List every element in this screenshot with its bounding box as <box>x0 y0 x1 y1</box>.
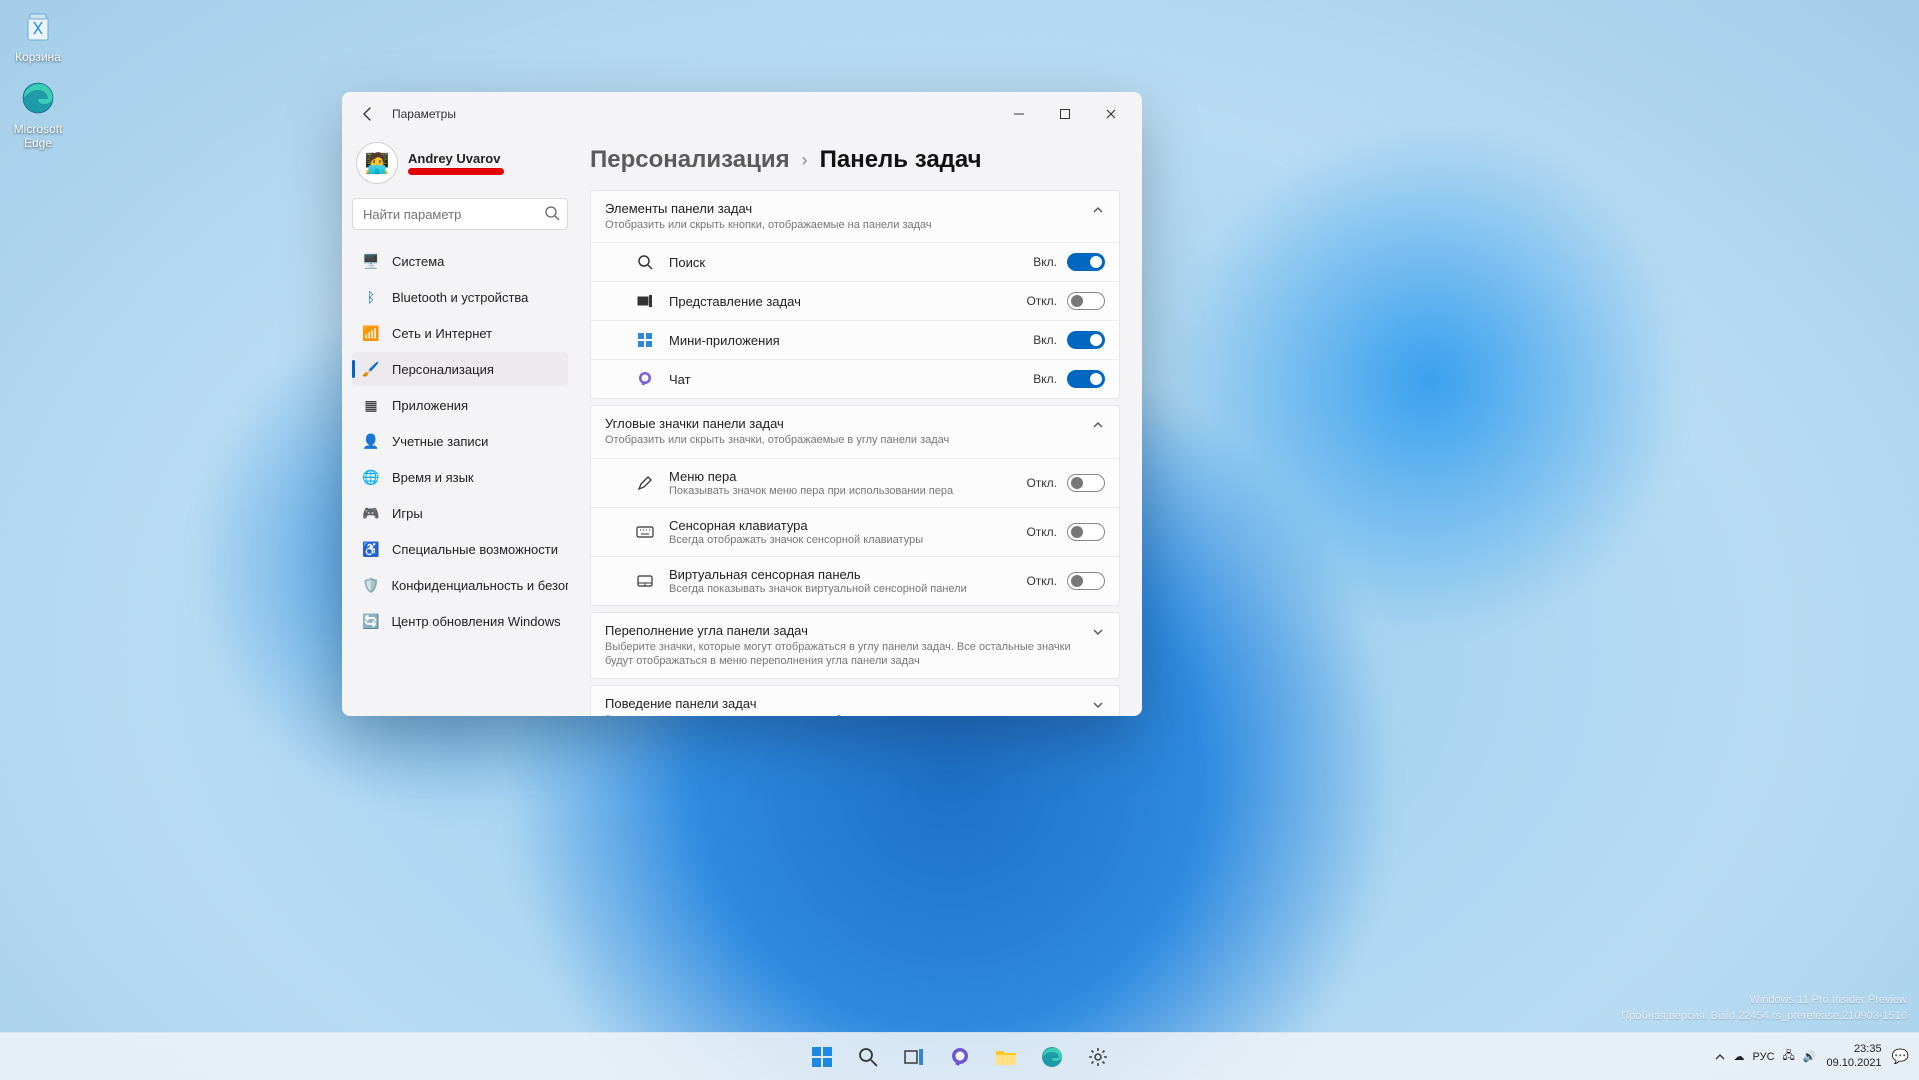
avatar: 🧑‍💻 <box>356 142 398 184</box>
search-icon <box>544 205 560 221</box>
nav-gaming[interactable]: 🎮Игры <box>352 496 568 530</box>
nav-system[interactable]: 🖥️Система <box>352 244 568 278</box>
pen-icon <box>635 475 655 491</box>
row-touchpad: Виртуальная сенсорная панельВсегда показ… <box>591 556 1119 605</box>
taskbar-edge-button[interactable] <box>1032 1037 1072 1077</box>
taskbar: ☁ РУС 🖧 🔊 23:35 09.10.2021 💬 <box>0 1032 1919 1080</box>
taskbar-taskview-button[interactable] <box>894 1037 934 1077</box>
settings-window: Параметры 🧑‍💻 Andrey Uvarov 🖥️Система <box>342 92 1142 716</box>
chevron-right-icon: › <box>802 150 808 171</box>
nav-time[interactable]: 🌐Время и язык <box>352 460 568 494</box>
desktop-icon-label: Microsoft Edge <box>0 122 76 150</box>
desktop-icon-label: Корзина <box>0 50 76 64</box>
breadcrumb-parent[interactable]: Персонализация <box>590 146 790 174</box>
person-icon: 👤 <box>362 432 380 450</box>
user-name: Andrey Uvarov <box>408 151 504 166</box>
row-touch-keyboard: Сенсорная клавиатураВсегда отображать зн… <box>591 507 1119 556</box>
section-behavior[interactable]: Поведение панели задач Выравнивание пане… <box>590 685 1120 716</box>
row-widgets: Мини-приложения Вкл. <box>591 320 1119 359</box>
system-icon: 🖥️ <box>362 252 380 270</box>
section-header[interactable]: Элементы панели задач Отобразить или скр… <box>591 191 1119 242</box>
nav-accounts[interactable]: 👤Учетные записи <box>352 424 568 458</box>
row-search: Поиск Вкл. <box>591 242 1119 281</box>
breadcrumb: Персонализация › Панель задач <box>590 136 1120 190</box>
edge-icon <box>18 78 58 118</box>
search-box[interactable] <box>352 198 568 230</box>
nav-personalization[interactable]: 🖌️Персонализация <box>352 352 568 386</box>
nav-apps[interactable]: ▦Приложения <box>352 388 568 422</box>
section-header[interactable]: Угловые значки панели задач Отобразить и… <box>591 406 1119 457</box>
nav-privacy[interactable]: 🛡️Конфиденциальность и безопасность <box>352 568 568 602</box>
start-button[interactable] <box>802 1037 842 1077</box>
recycle-bin-icon <box>18 6 58 46</box>
globe-icon: 🌐 <box>362 468 380 486</box>
toggle-widgets[interactable] <box>1067 331 1105 349</box>
chevron-down-icon <box>1091 698 1105 712</box>
toggle-chat[interactable] <box>1067 370 1105 388</box>
chevron-up-icon <box>1091 203 1105 217</box>
taskbar-center <box>802 1037 1118 1077</box>
update-icon: 🔄 <box>362 612 379 630</box>
widgets-icon <box>635 332 655 348</box>
onedrive-icon[interactable]: ☁ <box>1734 1050 1745 1063</box>
desktop-icon-edge[interactable]: Microsoft Edge <box>0 78 76 150</box>
toggle-touchpad[interactable] <box>1067 572 1105 590</box>
row-chat: Чат Вкл. <box>591 359 1119 398</box>
taskbar-settings-button[interactable] <box>1078 1037 1118 1077</box>
watermark: Windows 11 Pro Insider Preview Пробная в… <box>1621 993 1907 1024</box>
row-taskview: Представление задач Откл. <box>591 281 1119 320</box>
taskbar-search-button[interactable] <box>848 1037 888 1077</box>
toggle-touch-keyboard[interactable] <box>1067 523 1105 541</box>
volume-icon[interactable]: 🔊 <box>1803 1050 1817 1063</box>
row-pen: Меню пераПоказывать значок меню пера при… <box>591 458 1119 507</box>
nav-network[interactable]: 📶Сеть и Интернет <box>352 316 568 350</box>
nav: 🖥️Система ᛒBluetooth и устройства 📶Сеть … <box>352 244 568 638</box>
network-icon[interactable]: 🖧 <box>1783 1047 1795 1066</box>
chevron-up-icon <box>1091 418 1105 432</box>
content: Персонализация › Панель задач Элементы п… <box>578 136 1142 716</box>
minimize-button[interactable] <box>996 98 1042 130</box>
search-input[interactable] <box>352 198 568 230</box>
redacted-email <box>408 168 504 175</box>
desktop-icon-recycle-bin[interactable]: Корзина <box>0 6 76 64</box>
chat-icon <box>635 371 655 387</box>
gamepad-icon: 🎮 <box>362 504 380 522</box>
back-button[interactable] <box>350 96 386 132</box>
tray-chevron-icon[interactable] <box>1714 1051 1726 1063</box>
chevron-down-icon <box>1091 625 1105 639</box>
nav-accessibility[interactable]: ♿Специальные возможности <box>352 532 568 566</box>
bluetooth-icon: ᛒ <box>362 288 380 306</box>
search-icon <box>635 254 655 270</box>
brush-icon: 🖌️ <box>362 360 380 378</box>
section-overflow[interactable]: Переполнение угла панели задач Выберите … <box>590 612 1120 680</box>
clock[interactable]: 23:35 09.10.2021 <box>1827 1043 1882 1069</box>
toggle-search[interactable] <box>1067 253 1105 271</box>
toggle-pen[interactable] <box>1067 474 1105 492</box>
titlebar: Параметры <box>342 92 1142 136</box>
taskbar-explorer-button[interactable] <box>986 1037 1026 1077</box>
close-button[interactable] <box>1088 98 1134 130</box>
sidebar: 🧑‍💻 Andrey Uvarov 🖥️Система ᛒBluetooth и… <box>342 136 578 716</box>
page-title: Панель задач <box>820 146 982 174</box>
nav-bluetooth[interactable]: ᛒBluetooth и устройства <box>352 280 568 314</box>
section-corner-icons: Угловые значки панели задач Отобразить и… <box>590 405 1120 605</box>
taskview-icon <box>635 294 655 308</box>
keyboard-icon <box>635 525 655 539</box>
taskbar-chat-button[interactable] <box>940 1037 980 1077</box>
language-indicator[interactable]: РУС <box>1753 1051 1775 1063</box>
nav-update[interactable]: 🔄Центр обновления Windows <box>352 604 568 638</box>
maximize-button[interactable] <box>1042 98 1088 130</box>
user-account[interactable]: 🧑‍💻 Andrey Uvarov <box>352 136 568 194</box>
touchpad-icon <box>635 574 655 588</box>
system-tray: ☁ РУС 🖧 🔊 23:35 09.10.2021 💬 <box>1714 1043 1919 1069</box>
section-taskbar-items: Элементы панели задач Отобразить или скр… <box>590 190 1120 399</box>
toggle-taskview[interactable] <box>1067 292 1105 310</box>
accessibility-icon: ♿ <box>362 540 380 558</box>
apps-icon: ▦ <box>362 396 380 414</box>
window-title: Параметры <box>392 107 456 121</box>
notifications-icon[interactable]: 💬 <box>1892 1048 1909 1065</box>
wifi-icon: 📶 <box>362 324 380 342</box>
shield-icon: 🛡️ <box>362 576 379 594</box>
